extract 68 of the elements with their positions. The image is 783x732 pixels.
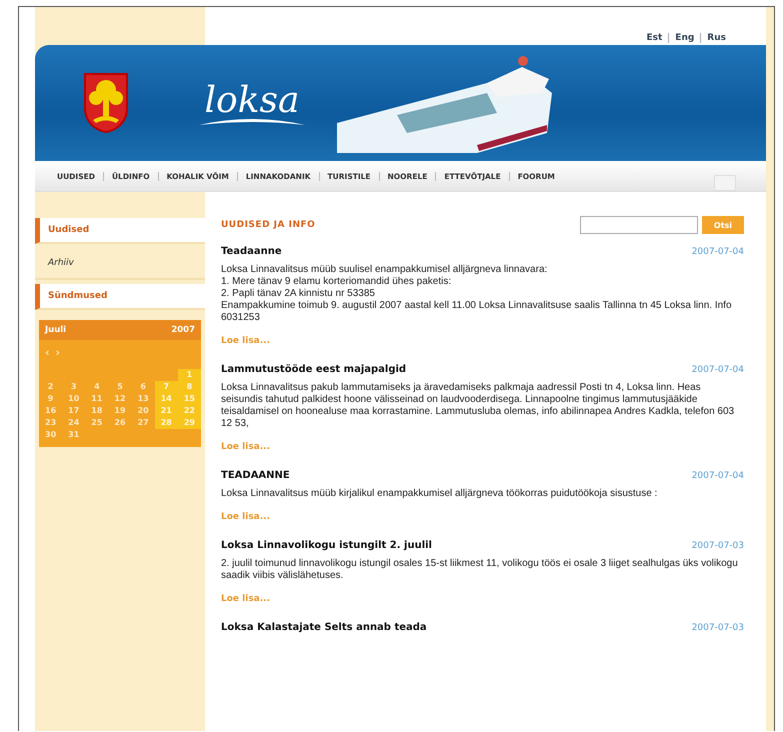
- section-heading: UUDISED JA INFO: [221, 220, 316, 230]
- calendar-day[interactable]: 7: [154, 381, 178, 393]
- news-text: Loksa Linnavalitsus müüb kirjalikul enampakkumisel alljärgneva töökorras puidutöökoja sisustuse :: [221, 488, 658, 500]
- calendar-day[interactable]: 27: [132, 417, 155, 429]
- read-more-link[interactable]: Loe lisa...: [221, 336, 270, 346]
- calendar-day[interactable]: 28: [154, 417, 178, 429]
- read-more-link[interactable]: Loe lisa...: [221, 442, 270, 452]
- calendar-day[interactable]: 14: [154, 393, 178, 405]
- calendar-day[interactable]: 16: [39, 405, 62, 417]
- news-title[interactable]: Teadaanne: [221, 246, 282, 257]
- calendar-day[interactable]: 11: [85, 393, 108, 405]
- site-logo: loksa: [204, 80, 300, 120]
- calendar-day[interactable]: 1: [178, 369, 201, 381]
- news-date: 2007-07-04: [692, 365, 744, 375]
- calendar-day[interactable]: 18: [85, 405, 108, 417]
- calendar-day[interactable]: 4: [85, 381, 108, 393]
- sidebar-link[interactable]: Sündmused: [35, 284, 205, 310]
- news-date: 2007-07-04: [692, 471, 744, 481]
- calendar-day[interactable]: 12: [108, 393, 132, 405]
- calendar-month: Juuli: [45, 325, 66, 335]
- calendar-day[interactable]: 15: [178, 393, 201, 405]
- news-title[interactable]: Loksa Kalastajate Selts annab teada: [221, 622, 427, 633]
- calendar-day[interactable]: 30: [39, 429, 62, 441]
- language-link[interactable]: Est: [646, 33, 662, 43]
- calendar-day[interactable]: 23: [39, 417, 62, 429]
- calendar-day[interactable]: 17: [62, 405, 86, 417]
- sidebar-link[interactable]: Uudised: [35, 218, 205, 244]
- calendar-day[interactable]: 22: [178, 405, 201, 417]
- news-text: 2. Papli tänav 2A kinnistu nr 53385: [221, 288, 376, 300]
- calendar-day[interactable]: 3: [62, 381, 86, 393]
- calendar-day[interactable]: 6: [132, 381, 155, 393]
- calendar-year: 2007: [171, 325, 195, 335]
- calendar-day[interactable]: 21: [154, 405, 178, 417]
- news-text: 2. juulil toimunud linnavolikogu istungil osales 15-st liikmest 11, volikogu töös ei osale 3 liiget sealhulgas üks volikogu saadik viibis välislähetuses.: [221, 558, 739, 582]
- news-title[interactable]: Loksa Linnavolikogu istungilt 2. juulil: [221, 540, 432, 551]
- previous-month-link[interactable]: ‹: [45, 346, 50, 359]
- calendar-day[interactable]: 2: [39, 381, 62, 393]
- calendar-day[interactable]: 25: [85, 417, 108, 429]
- language-link[interactable]: Rus: [707, 33, 726, 43]
- nav-end-icon[interactable]: [714, 175, 736, 191]
- sidebar-link[interactable]: Arhiiv: [35, 248, 205, 280]
- calendar-day[interactable]: 5: [108, 381, 132, 393]
- calendar-day[interactable]: 13: [132, 393, 155, 405]
- calendar-day[interactable]: 20: [132, 405, 155, 417]
- search-field[interactable]: [580, 216, 698, 234]
- calendar-day[interactable]: 24: [62, 417, 86, 429]
- news-text: Enampakkumine toimub 9. augustil 2007 aastal kell 11.00 Loksa Linnavalitsuse saalis Tallinna tn 45 Loksa linn. Info 6031253: [221, 300, 733, 324]
- read-more-link[interactable]: Loe lisa...: [221, 512, 270, 522]
- calendar-day[interactable]: 29: [178, 417, 201, 429]
- next-month-link[interactable]: ›: [56, 346, 60, 359]
- calendar-day[interactable]: 19: [108, 405, 132, 417]
- news-title[interactable]: Lammutustööde eest majapalgid: [221, 364, 406, 375]
- news-title[interactable]: TEADAANNE: [221, 470, 290, 481]
- news-date: 2007-07-03: [692, 541, 744, 551]
- news-text: 1. Mere tänav 9 elamu korteriomandid ühes paketis:: [221, 276, 452, 288]
- calendar-day[interactable]: 8: [178, 381, 201, 393]
- calendar-day[interactable]: 26: [108, 417, 132, 429]
- calendar-day[interactable]: 9: [39, 393, 62, 405]
- calendar-day[interactable]: 10: [62, 393, 86, 405]
- news-date: 2007-07-03: [692, 623, 744, 633]
- news-date: 2007-07-04: [692, 247, 744, 257]
- language-link[interactable]: Eng: [675, 33, 694, 43]
- search-button[interactable]: Otsi: [702, 216, 744, 234]
- read-more-link[interactable]: Loe lisa...: [221, 594, 270, 604]
- coat-of-arms-icon: [83, 72, 129, 134]
- calendar-day[interactable]: 31: [62, 429, 86, 441]
- news-text: Loksa Linnavalitsus pakub lammutamiseks ja äravedamiseks palkmaja aadressil Posti tn 4, Loksa linn. Heas seisundis tahutud palkidest hoone välisseinad on laudvooderdisega. Linnapoolne tingimus lammutusjääkide teisaldamisel on hoonealuse maa korrastamine. Lammutusluba olemas, info abilinnapea Andres Kadkla, telefon 603 12 53,: [221, 382, 736, 430]
- news-text: Loksa Linnavalitsus müüb suulisel enampakkumisel alljärgneva linnavara:: [221, 264, 548, 276]
